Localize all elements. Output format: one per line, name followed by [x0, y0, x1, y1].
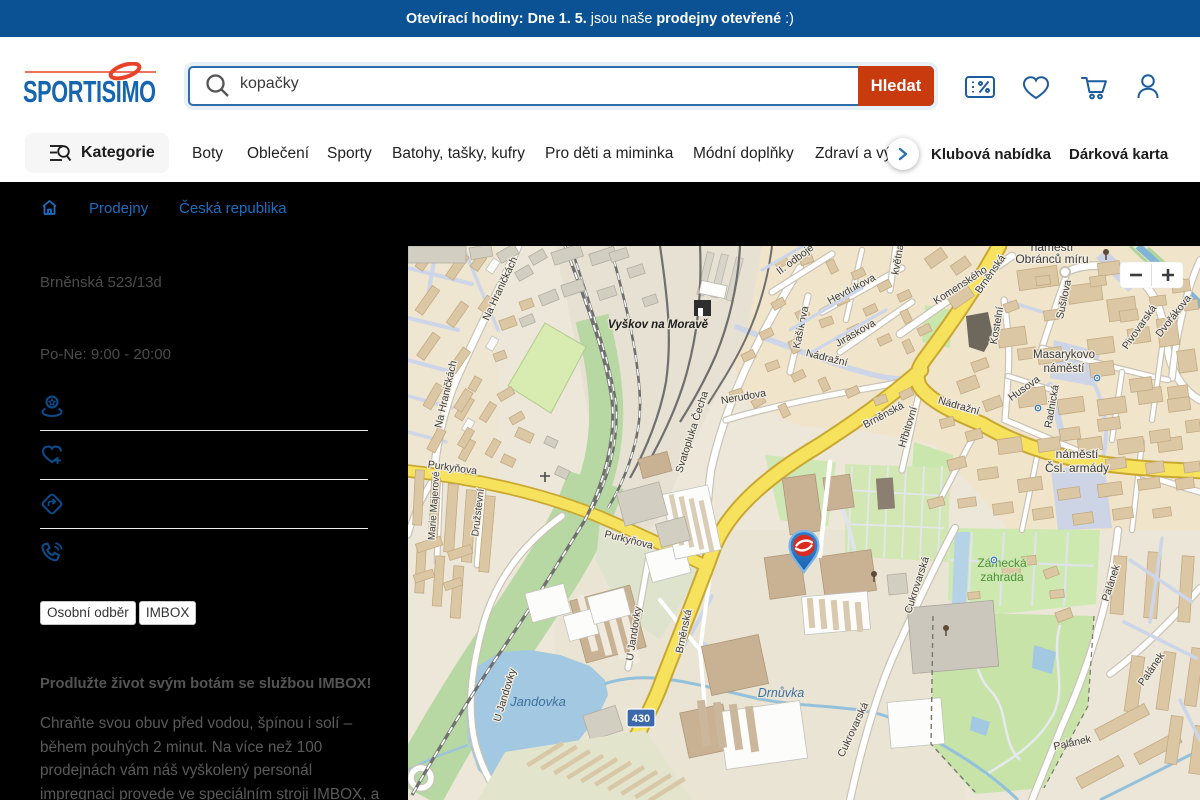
svg-text:náměstí: náměstí [1044, 363, 1086, 375]
svg-text:Obránců míru: Obránců míru [1015, 252, 1088, 266]
svg-text:zahrada: zahrada [980, 570, 1024, 584]
svg-text:Drnůvka: Drnůvka [758, 686, 805, 700]
svg-text:Zámecká: Zámecká [977, 556, 1027, 570]
svg-text:Jandovka: Jandovka [509, 694, 566, 709]
svg-text:Masarykovo: Masarykovo [1033, 349, 1095, 361]
svg-text:Čsl. armády: Čsl. armády [1045, 460, 1109, 475]
svg-text:Vyškov na Moravě: Vyškov na Moravě [608, 319, 709, 331]
svg-text:430: 430 [632, 713, 650, 725]
svg-text:náměstí: náměstí [1056, 447, 1099, 461]
svg-text:SPORTISIMO: SPORTISIMO [23, 74, 156, 106]
